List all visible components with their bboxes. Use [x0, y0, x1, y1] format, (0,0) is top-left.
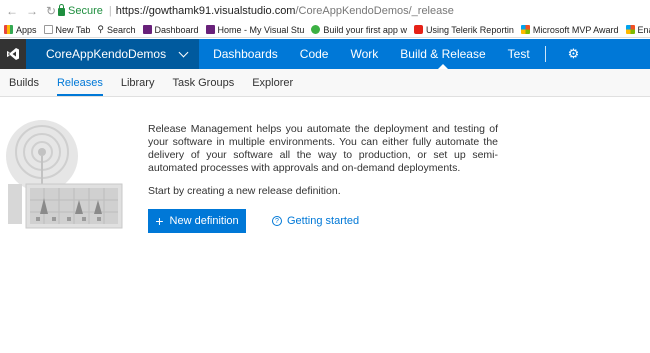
start-instructions: Start by creating a new release definiti… [148, 185, 341, 197]
bookmark-dashboard[interactable]: Dashboard [142, 24, 199, 35]
release-illustration [6, 120, 123, 229]
bookmark-label: Search [106, 24, 136, 35]
project-selector[interactable]: CoreAppKendoDemos [26, 39, 200, 69]
nav-dashboards[interactable]: Dashboards [199, 39, 289, 69]
nav-divider [544, 46, 546, 62]
bookmark-apps[interactable]: Apps [4, 25, 37, 35]
xamarin-icon [311, 25, 321, 34]
url-path: /CoreAppKendoDemos/_release [295, 5, 454, 17]
bookmark-label: Using Telerik Reportin [425, 24, 514, 35]
plus-icon: + [155, 213, 164, 229]
help-circle-icon: ? [272, 216, 282, 226]
page-icon [43, 25, 53, 34]
nav-build-release[interactable]: Build & Release [389, 39, 496, 69]
tab-library[interactable]: Library [121, 69, 155, 96]
nav-code[interactable]: Code [289, 39, 340, 69]
microsoft-icon [520, 25, 530, 34]
tab-explorer[interactable]: Explorer [252, 69, 293, 96]
hub-nav: Dashboards Code Work Build & Release Tes… [199, 39, 541, 69]
bookmark-label: Home - My Visual Stu [217, 24, 305, 35]
bookmark-label: Microsoft MVP Award [532, 24, 619, 35]
bookmark-telerik[interactable]: Using Telerik Reportin [413, 24, 514, 35]
search-icon: ⚲ [97, 24, 104, 34]
getting-started-link[interactable]: ? Getting started [272, 215, 359, 227]
apps-grid-icon [4, 25, 13, 34]
url-input[interactable]: https://gowthamk91.visualstudio.com/Core… [116, 5, 454, 17]
bookmarks-bar: Apps New Tab ⚲ Search Dashboard Home - M… [0, 22, 650, 38]
forward-arrow-icon[interactable]: → [26, 4, 38, 18]
bookmark-new-tab[interactable]: New Tab [43, 24, 91, 35]
bookmark-label: Apps [16, 24, 37, 35]
url-separator: | [108, 5, 112, 17]
visual-studio-logo-icon[interactable] [0, 39, 26, 69]
browser-nav: ← → ↻ [0, 4, 58, 18]
back-arrow-icon[interactable]: ← [6, 4, 18, 18]
bookmark-my-visual-studio[interactable]: Home - My Visual Stu [205, 24, 305, 35]
bookmark-enabling[interactable]: Enabling Cro [625, 24, 650, 35]
bookmark-label: New Tab [55, 24, 91, 35]
bookmark-label: Dashboard [154, 24, 199, 35]
browser-address-bar: ← → ↻ Secure | https://gowthamk91.visual… [0, 0, 650, 22]
bookmark-search[interactable]: ⚲ Search [97, 24, 135, 35]
vs-icon [205, 25, 215, 34]
bookmark-label: Build your first app w [323, 24, 407, 35]
new-definition-button[interactable]: + New definition [148, 209, 246, 233]
chevron-down-icon [178, 47, 189, 57]
empty-state: Release Management helps you automate th… [148, 123, 498, 233]
reload-icon[interactable]: ↻ [46, 4, 56, 18]
getting-started-label: Getting started [287, 215, 360, 227]
lock-icon [58, 4, 65, 16]
project-name: CoreAppKendoDemos [46, 47, 167, 61]
youtube-icon [413, 25, 423, 34]
hub-tabs: Builds Releases Library Task Groups Expl… [0, 69, 650, 97]
bookmark-mvp-award[interactable]: Microsoft MVP Award [520, 24, 619, 35]
nav-work[interactable]: Work [339, 39, 389, 69]
new-definition-label: New definition [169, 215, 239, 227]
empty-state-actions: + New definition ? Getting started [148, 209, 498, 233]
gear-icon[interactable]: ⚙ [568, 46, 580, 62]
bookmark-build-first-app[interactable]: Build your first app w [311, 25, 407, 35]
tab-task-groups[interactable]: Task Groups [172, 69, 234, 96]
url-host: https://gowthamk91.visualstudio.com [115, 5, 296, 17]
tab-builds[interactable]: Builds [9, 69, 39, 96]
secure-label: Secure [68, 5, 103, 17]
vsts-top-bar: CoreAppKendoDemos Dashboards Code Work B… [0, 39, 650, 69]
secure-indicator[interactable]: Secure [58, 4, 103, 17]
release-description: Release Management helps you automate th… [148, 123, 498, 174]
nav-test[interactable]: Test [497, 39, 541, 69]
tab-releases[interactable]: Releases [56, 69, 103, 96]
vsts-icon [142, 25, 152, 34]
bookmark-label: Enabling Cro [637, 24, 650, 35]
microsoft-icon [625, 25, 635, 34]
